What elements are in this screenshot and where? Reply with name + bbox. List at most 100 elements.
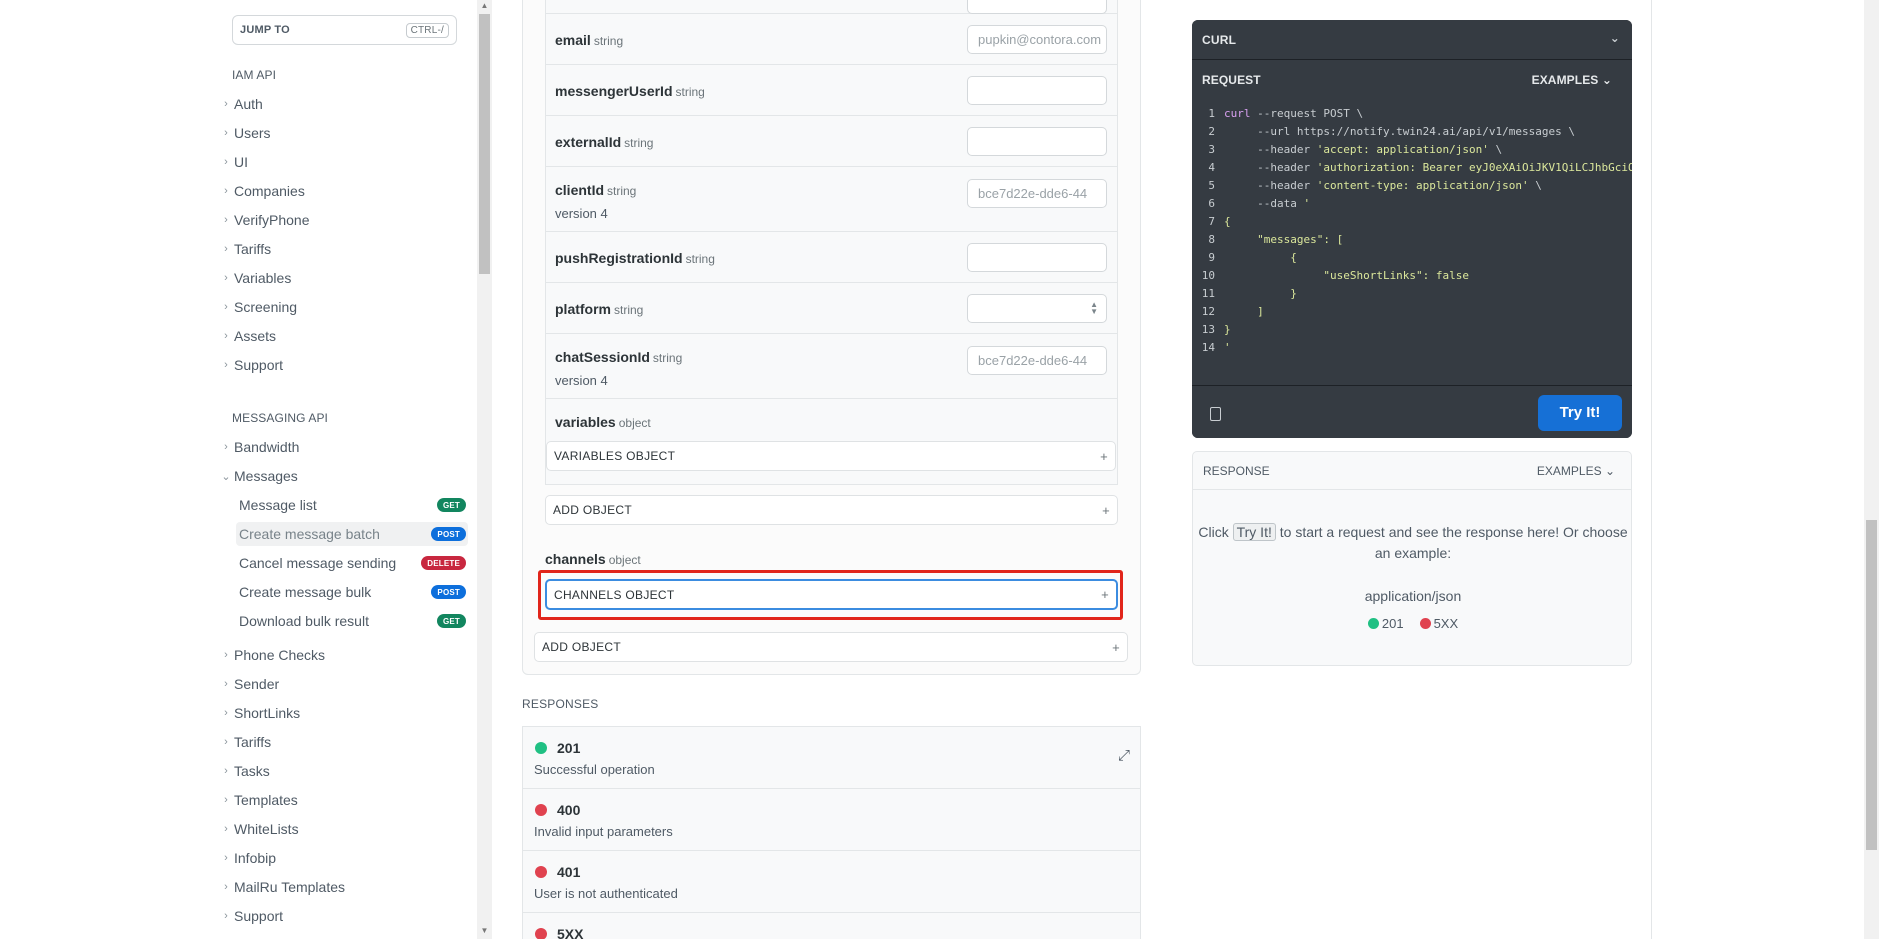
sidebar-item-whitelists[interactable]: › WhiteLists bbox=[220, 818, 299, 840]
sidebar-item-support[interactable]: › Support bbox=[220, 905, 283, 927]
chevron-right-icon: › bbox=[224, 98, 228, 110]
sidebar-item-assets[interactable]: › Assets bbox=[220, 325, 276, 347]
example-code-5xx[interactable]: 5XX bbox=[1419, 616, 1458, 631]
code-token: "messages": [ bbox=[1224, 233, 1344, 246]
page-scrollbar[interactable] bbox=[1864, 0, 1879, 939]
response-examples-dropdown[interactable]: EXAMPLES ⌄ bbox=[1537, 464, 1615, 478]
add-object-label: ADD OBJECT bbox=[542, 640, 622, 654]
add-object-outer-button[interactable]: ADD OBJECT + bbox=[534, 632, 1128, 662]
jump-to-search[interactable]: JUMP TO CTRL-/ bbox=[232, 15, 457, 45]
chatSessionId-input[interactable]: bce7d22e-dde6-44 bbox=[967, 346, 1107, 375]
response-401[interactable]: 401 User is not authenticated bbox=[522, 850, 1141, 913]
scroll-up-arrow-icon[interactable]: ▲ bbox=[477, 1, 492, 10]
chevron-down-icon[interactable]: ⌄ bbox=[1610, 31, 1620, 45]
status-dot bbox=[535, 866, 547, 878]
sidebar-item-users[interactable]: › Users bbox=[220, 122, 270, 144]
response-description: User is not authenticated bbox=[534, 886, 678, 901]
sidebar-item-bandwidth[interactable]: › Bandwidth bbox=[220, 436, 299, 458]
messengerUserId-input[interactable] bbox=[967, 76, 1107, 105]
chevron-right-icon: › bbox=[224, 794, 228, 806]
code-token: \ bbox=[1349, 107, 1364, 120]
sidebar-subitem-message-list[interactable]: Message list GET bbox=[236, 493, 468, 517]
sidebar-item-shortlinks[interactable]: › ShortLinks bbox=[220, 702, 300, 724]
sidebar-item-phone-checks[interactable]: › Phone Checks bbox=[220, 644, 325, 666]
sidebar-item-support[interactable]: › Support bbox=[220, 354, 283, 376]
line-number: 14 bbox=[1201, 341, 1215, 354]
sidebar-subitem-create-message-bulk[interactable]: Create message bulk POST bbox=[236, 580, 468, 604]
jump-to-shortcut: CTRL-/ bbox=[405, 22, 449, 38]
chevron-down-icon: ⌄ bbox=[1601, 73, 1612, 87]
channels-object-toggle[interactable]: CHANNELS OBJECT + bbox=[545, 579, 1118, 610]
param-input-top[interactable] bbox=[967, 0, 1107, 14]
sidebar-item-label: Screening bbox=[234, 299, 298, 315]
code-token: --header bbox=[1224, 179, 1317, 192]
sidebar-item-label: Infobip bbox=[234, 850, 277, 866]
sidebar-item-variables[interactable]: › Variables bbox=[220, 267, 291, 289]
variables-object-toggle[interactable]: VARIABLES OBJECT + bbox=[546, 441, 1116, 471]
sidebar-subitem-create-message-batch[interactable]: Create message batch POST bbox=[236, 522, 468, 546]
sidebar-item-templates[interactable]: › Templates bbox=[220, 789, 298, 811]
sidebar-item-auth[interactable]: › Auth bbox=[220, 93, 263, 115]
sidebar-item-tariffs[interactable]: › Tariffs bbox=[220, 238, 271, 260]
sidebar-item-label: MailRu Templates bbox=[234, 879, 346, 895]
clientId-input[interactable]: bce7d22e-dde6-44 bbox=[967, 179, 1107, 208]
copy-icon[interactable] bbox=[1210, 407, 1221, 421]
sidebar-item-label: WhiteLists bbox=[234, 821, 299, 837]
method-badge: GET bbox=[436, 614, 466, 628]
sidebar-item-label: Companies bbox=[234, 183, 305, 199]
sidebar-subitem-cancel-message-sending[interactable]: Cancel message sending DELETE bbox=[236, 551, 468, 575]
sidebar-item-label: Assets bbox=[234, 328, 277, 344]
variables-object-label: VARIABLES OBJECT bbox=[554, 449, 676, 463]
method-badge: DELETE bbox=[421, 556, 466, 570]
sidebar-item-companies[interactable]: › Companies bbox=[220, 180, 305, 202]
chevron-right-icon: › bbox=[224, 881, 228, 893]
line-number: 5 bbox=[1208, 179, 1215, 192]
line-number: 11 bbox=[1201, 287, 1215, 300]
code-token: 'accept: application/json' bbox=[1316, 143, 1489, 156]
plus-icon: + bbox=[1100, 448, 1108, 464]
sidebar-item-infobip[interactable]: › Infobip bbox=[220, 847, 276, 869]
sidebar-item-mailru-templates[interactable]: › MailRu Templates bbox=[220, 876, 345, 898]
sidebar-item-label: Support bbox=[234, 357, 284, 373]
email-input[interactable]: pupkin@contora.com bbox=[967, 25, 1107, 54]
status-dot bbox=[1367, 618, 1379, 629]
sidebar-item-tasks[interactable]: › Tasks bbox=[220, 760, 270, 782]
response-201[interactable]: 201 Successful operation ⤢ bbox=[522, 726, 1141, 789]
sidebar-item-tariffs[interactable]: › Tariffs bbox=[220, 731, 271, 753]
externalId-input[interactable] bbox=[967, 127, 1107, 156]
example-code-201[interactable]: 201 bbox=[1367, 616, 1404, 631]
sidebar-item-ui[interactable]: › UI bbox=[220, 151, 248, 173]
iam-api-heading: IAM API bbox=[232, 68, 277, 82]
sidebar-item-screening[interactable]: › Screening bbox=[220, 296, 297, 318]
curl-header[interactable]: CURL ⌄ bbox=[1192, 20, 1632, 60]
platform-select[interactable]: ▲ ▼ bbox=[967, 294, 1107, 323]
sidebar-subitem-label: Create message batch bbox=[239, 526, 380, 542]
curl-footer: Try It! bbox=[1192, 385, 1632, 438]
sidebar-item-sender[interactable]: › Sender bbox=[220, 673, 279, 695]
response-5xx[interactable]: 5XX bbox=[522, 912, 1141, 939]
code-line: 13} bbox=[1192, 321, 1632, 339]
line-number: 7 bbox=[1208, 215, 1215, 228]
request-examples-dropdown[interactable]: EXAMPLES ⌄ bbox=[1532, 73, 1612, 87]
try-it-button[interactable]: Try It! bbox=[1538, 395, 1622, 431]
chevron-right-icon: › bbox=[224, 156, 228, 168]
curl-code-block[interactable]: 1 curl --request POST \ 2 --url https://no… bbox=[1192, 100, 1632, 385]
code-line: 8 "messages": [ bbox=[1192, 231, 1632, 249]
pushRegistrationId-input[interactable] bbox=[967, 243, 1107, 272]
code-token: \ bbox=[1528, 179, 1542, 192]
scroll-down-arrow-icon[interactable]: ▼ bbox=[477, 926, 492, 935]
chevron-right-icon: › bbox=[224, 441, 228, 453]
sidebar-scrollbar[interactable]: ▲ ▼ bbox=[477, 0, 492, 939]
sidebar-item-messages[interactable]: ⌄ Messages bbox=[220, 465, 297, 487]
expand-icon[interactable]: ⤢ bbox=[1118, 747, 1130, 764]
chevron-right-icon: › bbox=[224, 301, 228, 313]
code-line: 2 --url https://notify.twin24.ai/api/v1/… bbox=[1192, 123, 1632, 141]
add-object-inner-button[interactable]: ADD OBJECT + bbox=[545, 495, 1118, 525]
sidebar-item-label: ShortLinks bbox=[234, 705, 301, 721]
sidebar-scroll-thumb[interactable] bbox=[479, 14, 490, 274]
sidebar-subitem-download-bulk-result[interactable]: Download bulk result GET bbox=[236, 609, 468, 633]
response-400[interactable]: 400 Invalid input parameters bbox=[522, 788, 1141, 851]
param-platform-name: platform string bbox=[555, 301, 644, 317]
sidebar-item-verifyphone[interactable]: › VerifyPhone bbox=[220, 209, 309, 231]
page-scroll-thumb[interactable] bbox=[1866, 520, 1877, 850]
